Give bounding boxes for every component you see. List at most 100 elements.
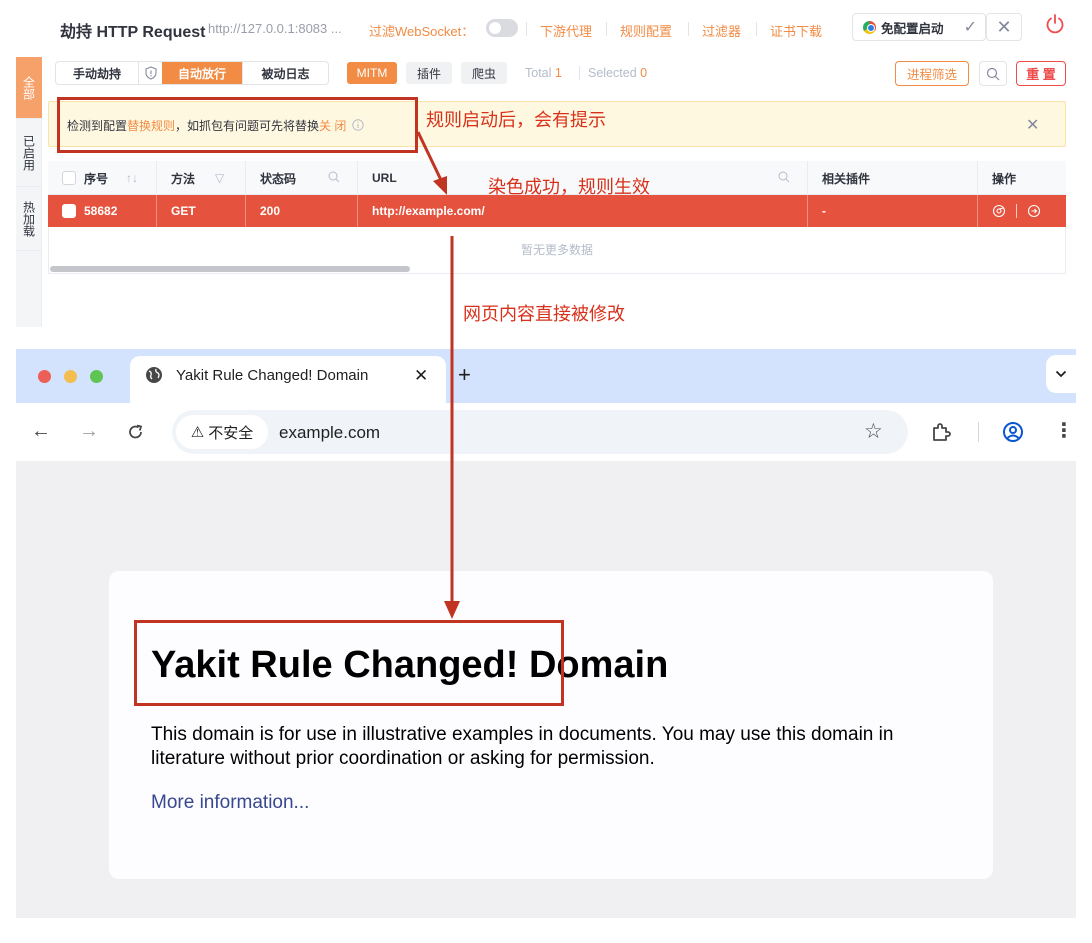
- back-icon[interactable]: ←: [31, 420, 51, 443]
- column-plugins-label: 相关插件: [822, 171, 871, 186]
- heading-highlight-box: [134, 620, 564, 706]
- close-window-button[interactable]: [38, 370, 51, 383]
- tab-close-icon[interactable]: ✕: [414, 366, 428, 386]
- side-tab-all[interactable]: 全部: [16, 57, 42, 119]
- color-annotation: 染色成功，规则生效: [488, 177, 650, 198]
- cell-id: 58682: [48, 195, 157, 227]
- auto-release-tab[interactable]: 自动放行: [162, 62, 242, 84]
- insecure-label: 不安全: [208, 424, 254, 442]
- column-method-label: 方法: [171, 171, 196, 186]
- plugin-side-tabs: 全部 已启用 热加载: [16, 57, 42, 327]
- shield-icon: [138, 62, 162, 84]
- column-actions: 操作: [978, 161, 1066, 195]
- mitm-chip[interactable]: MITM: [347, 62, 397, 84]
- notice-highlight-box: [57, 97, 418, 153]
- search-icon[interactable]: [328, 171, 340, 186]
- total-count: Total 1: [525, 66, 562, 80]
- start-button-label: 免配置启动: [881, 21, 944, 36]
- websocket-filter-label: 过滤WebSocket：: [369, 24, 475, 39]
- chevron-down-icon: [1055, 370, 1067, 378]
- search-icon[interactable]: [778, 171, 790, 186]
- notice-annotation: 规则启动后，会有提示: [426, 110, 606, 131]
- column-method[interactable]: 方法 ▽: [157, 161, 246, 195]
- select-all-checkbox[interactable]: [62, 171, 76, 185]
- page-annotation: 网页内容直接被修改: [463, 304, 625, 325]
- cell-url: http://example.com/: [358, 195, 808, 227]
- selected-count: Selected 0: [588, 66, 647, 80]
- extensions-icon[interactable]: [930, 421, 952, 443]
- divider: [756, 22, 757, 36]
- selected-value: 0: [640, 66, 648, 80]
- process-filter-button[interactable]: 进程筛选: [895, 61, 969, 86]
- globe-icon: [146, 367, 162, 383]
- column-status-label: 状态码: [260, 171, 297, 186]
- security-indicator[interactable]: ⚠ 不安全: [176, 415, 268, 449]
- more-information-link[interactable]: More information...: [151, 792, 309, 814]
- filter-icon[interactable]: ▽: [215, 171, 224, 185]
- browser-tab-title: Yakit Rule Changed! Domain: [176, 367, 369, 384]
- cell-method: GET: [157, 195, 246, 227]
- search-icon: [986, 67, 1000, 80]
- column-plugins[interactable]: 相关插件: [808, 161, 978, 195]
- tab-search-button[interactable]: [1046, 355, 1076, 393]
- column-url-label: URL: [372, 171, 397, 185]
- notice-close-icon[interactable]: ✕: [1026, 115, 1039, 135]
- cert-download-link[interactable]: 证书下载: [770, 21, 822, 40]
- bookmark-star-icon[interactable]: ☆: [864, 419, 883, 444]
- column-id-label: 序号: [84, 171, 109, 186]
- filter-link[interactable]: 过滤器: [702, 21, 741, 40]
- divider: [579, 66, 580, 80]
- open-detail-icon[interactable]: [1027, 204, 1041, 218]
- divider: [688, 22, 689, 36]
- selected-label: Selected: [588, 66, 637, 80]
- crawler-chip[interactable]: 爬虫: [461, 62, 507, 84]
- cell-status: 200: [246, 195, 358, 227]
- proxy-address: http://127.0.0.1:8083 ...: [208, 21, 342, 36]
- power-icon[interactable]: [1044, 13, 1066, 35]
- more-menu-icon[interactable]: ⋮: [1054, 418, 1074, 443]
- column-status[interactable]: 状态码: [246, 161, 358, 195]
- horizontal-scrollbar[interactable]: [50, 266, 410, 272]
- divider: [1016, 204, 1017, 218]
- divider: [526, 22, 527, 36]
- page-title: 劫持 HTTP Request: [60, 24, 206, 41]
- total-label: Total: [525, 66, 552, 80]
- chrome-outline-icon[interactable]: [992, 204, 1006, 218]
- url-text[interactable]: example.com: [279, 423, 380, 443]
- search-button[interactable]: [979, 61, 1007, 86]
- minimize-window-button[interactable]: [64, 370, 77, 383]
- chrome-icon: [863, 20, 876, 34]
- close-button[interactable]: ✕: [986, 13, 1022, 41]
- hijack-mode-group: 手动劫持 自动放行 被动日志: [55, 61, 329, 85]
- reload-icon[interactable]: [127, 423, 145, 441]
- row-checkbox[interactable]: [62, 204, 76, 218]
- new-tab-icon[interactable]: +: [458, 362, 471, 388]
- profile-icon[interactable]: [1002, 421, 1024, 443]
- side-tab-enabled[interactable]: 已启用: [16, 119, 42, 187]
- cell-plugins: -: [808, 195, 978, 227]
- row-id: 58682: [84, 204, 118, 218]
- divider: [606, 22, 607, 36]
- websocket-filter-toggle[interactable]: [486, 19, 518, 37]
- no-more-data: 暂无更多数据: [520, 243, 593, 257]
- check-icon: ✓: [963, 19, 977, 36]
- side-tab-hot-load[interactable]: 热加载: [16, 187, 42, 251]
- start-browser-button[interactable]: 免配置启动 ✓: [852, 13, 986, 41]
- warning-icon: ⚠: [190, 424, 205, 441]
- passive-log-tab[interactable]: 被动日志: [242, 62, 328, 84]
- cell-actions: [978, 195, 1066, 227]
- divider: [978, 422, 979, 442]
- downstream-proxy-link[interactable]: 下游代理: [540, 21, 592, 40]
- page-paragraph: This domain is for use in illustrative e…: [151, 724, 894, 769]
- plugin-chip[interactable]: 插件: [406, 62, 452, 84]
- column-actions-label: 操作: [992, 171, 1017, 186]
- rule-config-link[interactable]: 规则配置: [620, 21, 672, 40]
- total-value: 1: [554, 66, 562, 80]
- column-id[interactable]: 序号 ↑↓: [48, 161, 157, 195]
- table-row[interactable]: 58682 GET 200 http://example.com/ -: [48, 195, 1066, 227]
- reset-button[interactable]: 重 置: [1016, 61, 1066, 86]
- manual-hijack-tab[interactable]: 手动劫持: [56, 62, 138, 84]
- zoom-window-button[interactable]: [90, 370, 103, 383]
- sort-icon[interactable]: ↑↓: [126, 171, 138, 185]
- forward-icon[interactable]: →: [79, 420, 99, 443]
